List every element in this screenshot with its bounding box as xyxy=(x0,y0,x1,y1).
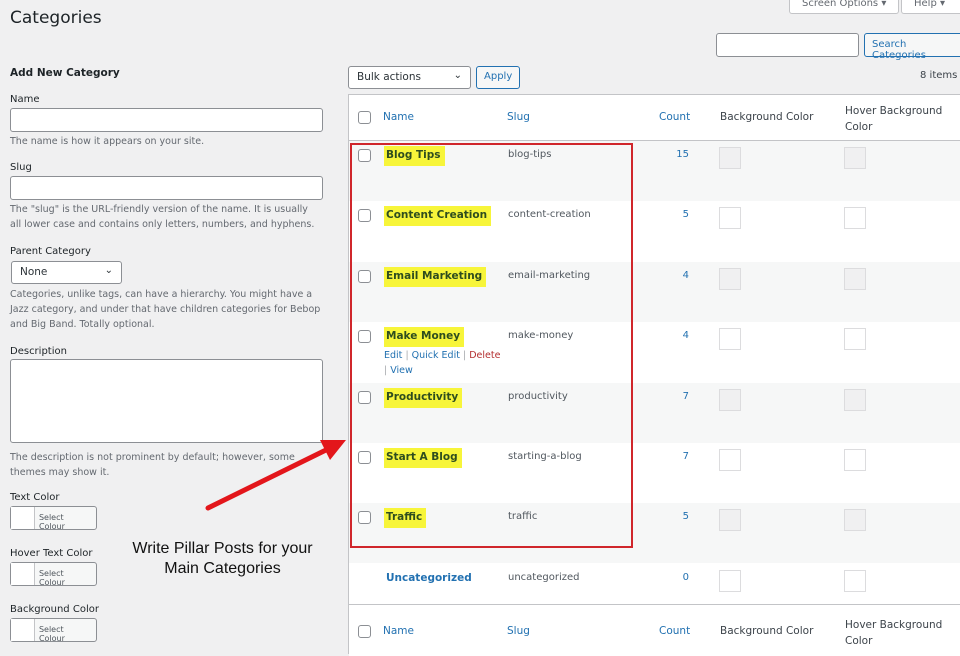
annotation-line-1: Write Pillar Posts for your xyxy=(132,540,313,557)
arrow-shaft xyxy=(205,446,331,511)
annotation-line-2: Main Categories xyxy=(164,560,281,577)
annotation-text: Write Pillar Posts for your Main Categor… xyxy=(115,539,330,579)
